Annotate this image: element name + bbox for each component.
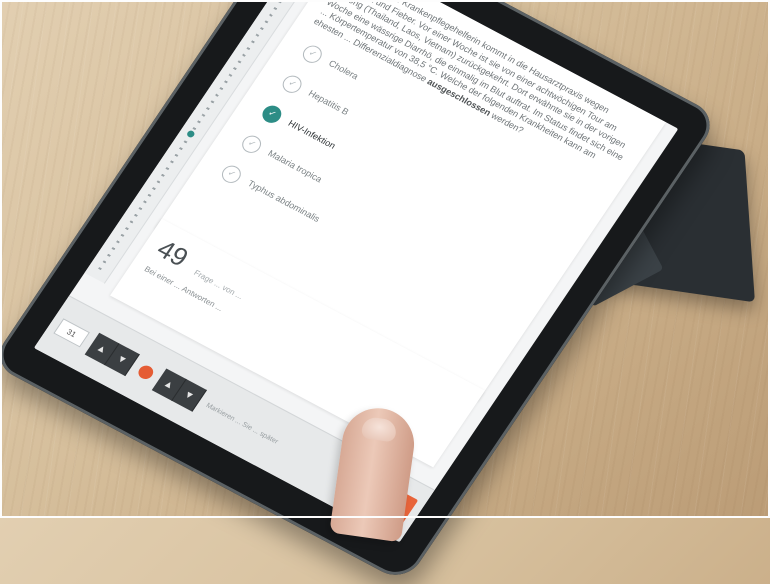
answer-number: 49 [151,233,195,273]
page-number-field[interactable]: 31 [53,318,90,348]
check-icon: ✓ [218,162,245,187]
check-icon: ✓ [299,42,326,66]
check-icon: ✓ [238,132,265,156]
toolbar-hint: Markieren ... Sie ... später [204,401,280,446]
answer-nav-group: ▲ ▼ [151,368,207,412]
question-nav-group: ▲ ▼ [84,332,140,377]
option-label: Cholera [326,58,361,82]
option-label: Malaria tropica [266,148,324,185]
fingernail [360,416,398,443]
option-label: Hepatitis B [306,88,351,118]
mark-question-button[interactable] [135,363,156,382]
option-label: HIV-Infektion [286,118,338,151]
check-icon: ✓ [258,102,285,126]
check-icon: ✓ [279,72,306,96]
